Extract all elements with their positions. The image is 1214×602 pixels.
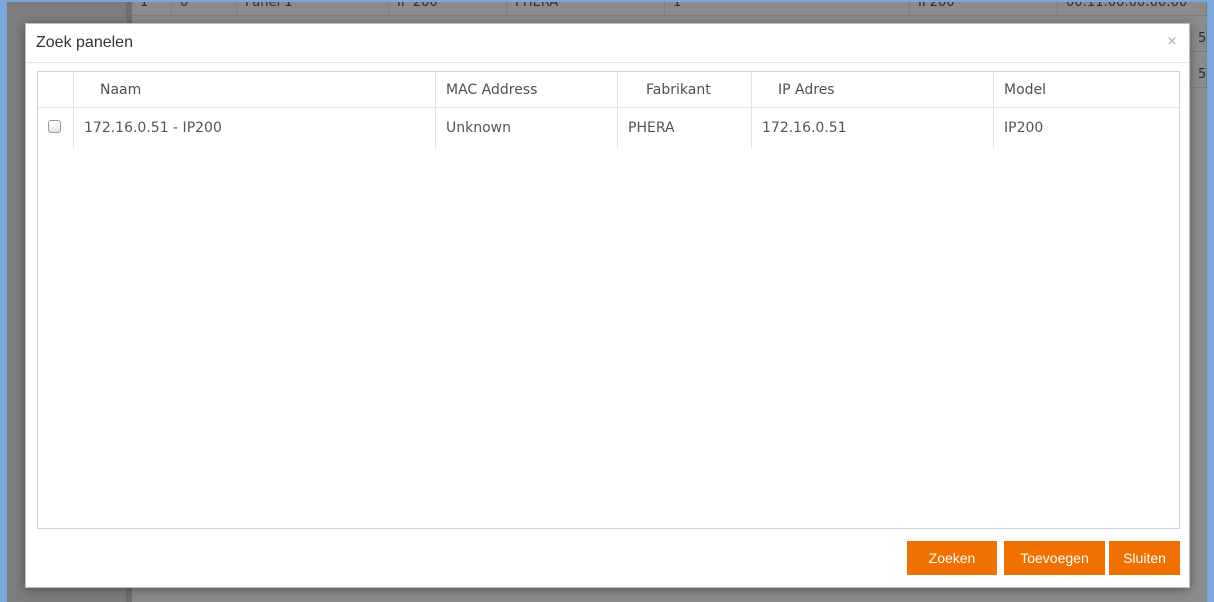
- table-header: Naam MAC Address Fabrikant IP Adres Mode…: [38, 72, 1179, 108]
- column-header-ip-adres[interactable]: IP Adres: [752, 72, 994, 108]
- cell-ip-adres: 172.16.0.51: [752, 108, 994, 148]
- background-cell: 1: [665, 2, 910, 16]
- close-button[interactable]: Sluiten: [1109, 541, 1180, 575]
- column-header-model[interactable]: Model: [994, 72, 1179, 108]
- background-cell: 1: [132, 2, 172, 16]
- column-header-naam[interactable]: Naam: [74, 72, 436, 108]
- cell-mac-address: Unknown: [436, 108, 618, 148]
- background-cell: IP 200: [389, 2, 507, 16]
- row-select-cell: [38, 108, 74, 148]
- dialog-title: Zoek panelen: [36, 34, 133, 51]
- close-icon[interactable]: ×: [1163, 33, 1181, 51]
- panels-table: Naam MAC Address Fabrikant IP Adres Mode…: [37, 71, 1180, 529]
- background-cell: IP200: [910, 2, 1058, 16]
- background-cell: 0: [172, 2, 237, 16]
- search-button[interactable]: Zoeken: [907, 541, 997, 575]
- dialog-header: Zoek panelen ×: [26, 24, 1189, 63]
- row-checkbox[interactable]: [48, 120, 61, 133]
- table-row[interactable]: 172.16.0.51 - IP200 Unknown PHERA 172.16…: [38, 108, 1179, 148]
- background-cell: Panel 1: [237, 2, 389, 16]
- cell-fabrikant: PHERA: [618, 108, 752, 148]
- add-button[interactable]: Toevoegen: [1004, 541, 1105, 575]
- background-cell: PHERA: [507, 2, 665, 16]
- cell-model: IP200: [1004, 120, 1044, 136]
- background-cell: 00:11:00:00:00:00: [1058, 2, 1207, 16]
- background-row: 1 0 Panel 1 IP 200 PHERA 1 IP200 00:11:0…: [132, 2, 1207, 16]
- cell-naam: 172.16.0.51 - IP200: [74, 108, 436, 148]
- column-header-fabrikant[interactable]: Fabrikant: [618, 72, 752, 108]
- header-select-column: [38, 72, 74, 108]
- search-panels-dialog: Zoek panelen × Naam MAC Address Fabrikan…: [25, 23, 1190, 588]
- column-header-mac-address[interactable]: MAC Address: [436, 72, 618, 108]
